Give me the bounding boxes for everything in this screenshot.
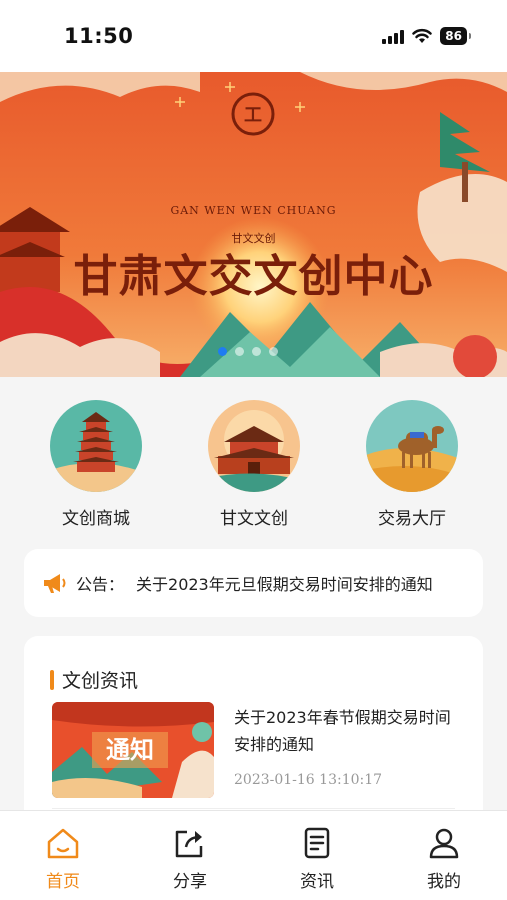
tab-label: 首页 bbox=[46, 872, 80, 892]
category-label: 交易大厅 bbox=[378, 509, 446, 529]
news-section-header: 文创资讯 bbox=[50, 666, 138, 693]
tab-news[interactable]: 资讯 bbox=[272, 825, 362, 892]
tab-share[interactable]: 分享 bbox=[145, 825, 235, 892]
news-item-date: 2023-01-16 13:10:17 bbox=[234, 772, 383, 788]
news-section: 文创资讯 通知 关于2023年春节假期交易时间安排的通知 2023-01-16 … bbox=[24, 636, 483, 826]
category-label: 甘文文创 bbox=[220, 509, 288, 529]
tab-label: 我的 bbox=[427, 872, 461, 892]
tab-label: 分享 bbox=[173, 872, 207, 892]
svg-text:工: 工 bbox=[244, 105, 262, 126]
home-icon bbox=[47, 828, 79, 859]
tab-home[interactable]: 首页 bbox=[18, 825, 108, 892]
megaphone-icon bbox=[44, 574, 66, 593]
tab-label: 资讯 bbox=[300, 872, 334, 892]
category-shortcuts: 文创商城 甘文文创 交易大厅 bbox=[0, 400, 507, 530]
divider bbox=[52, 808, 455, 809]
city-gate-icon bbox=[208, 400, 300, 492]
carousel-indicator bbox=[218, 347, 278, 356]
news-thumbnail[interactable]: 通知 bbox=[52, 702, 214, 798]
user-icon bbox=[429, 828, 459, 859]
carousel-dot[interactable] bbox=[218, 347, 227, 356]
cellular-signal-icon bbox=[382, 28, 405, 44]
status-time: 11:50 bbox=[64, 24, 134, 48]
banner-carousel[interactable]: 工 GAN WEN WEN CHUANG 甘文文创 甘肃文交文创中心 bbox=[0, 72, 507, 377]
announcement-label: 公告： bbox=[76, 575, 125, 594]
category-trading-hall[interactable]: 交易大厅 bbox=[342, 400, 482, 529]
carousel-dot[interactable] bbox=[235, 347, 244, 356]
carousel-dot[interactable] bbox=[269, 347, 278, 356]
tab-profile[interactable]: 我的 bbox=[399, 825, 489, 892]
category-wenchuang-mall[interactable]: 文创商城 bbox=[26, 400, 166, 529]
section-accent-bar bbox=[50, 669, 54, 690]
carousel-dot[interactable] bbox=[252, 347, 261, 356]
banner-title: 甘肃文交文创中心 bbox=[73, 251, 434, 302]
announcement-bar[interactable]: 公告： 关于2023年元旦假期交易时间安排的通知 bbox=[24, 549, 483, 617]
status-icons: 86 bbox=[382, 27, 471, 45]
share-icon bbox=[175, 830, 203, 858]
announcement-text[interactable]: 关于2023年元旦假期交易时间安排的通知 bbox=[136, 571, 433, 595]
wifi-icon bbox=[412, 28, 433, 43]
banner-artwork: 工 bbox=[0, 72, 507, 377]
category-ganwen-wenchuang[interactable]: 甘文文创 bbox=[184, 400, 324, 529]
news-icon bbox=[304, 827, 330, 859]
camel-desert-icon bbox=[366, 400, 458, 492]
bottom-tab-bar: 首页 分享 资讯 我的 bbox=[0, 810, 507, 900]
banner-logo-text: GAN WEN WEN CHUANG bbox=[170, 204, 337, 217]
news-item-title[interactable]: 关于2023年春节假期交易时间安排的通知 bbox=[234, 704, 464, 758]
battery-indicator: 86 bbox=[440, 27, 471, 45]
status-bar: 11:50 86 bbox=[0, 0, 507, 72]
thumbnail-text: 通知 bbox=[106, 736, 154, 764]
news-section-title: 文创资讯 bbox=[62, 670, 139, 692]
category-label: 文创商城 bbox=[62, 509, 130, 529]
pagoda-tower-icon bbox=[50, 400, 142, 492]
